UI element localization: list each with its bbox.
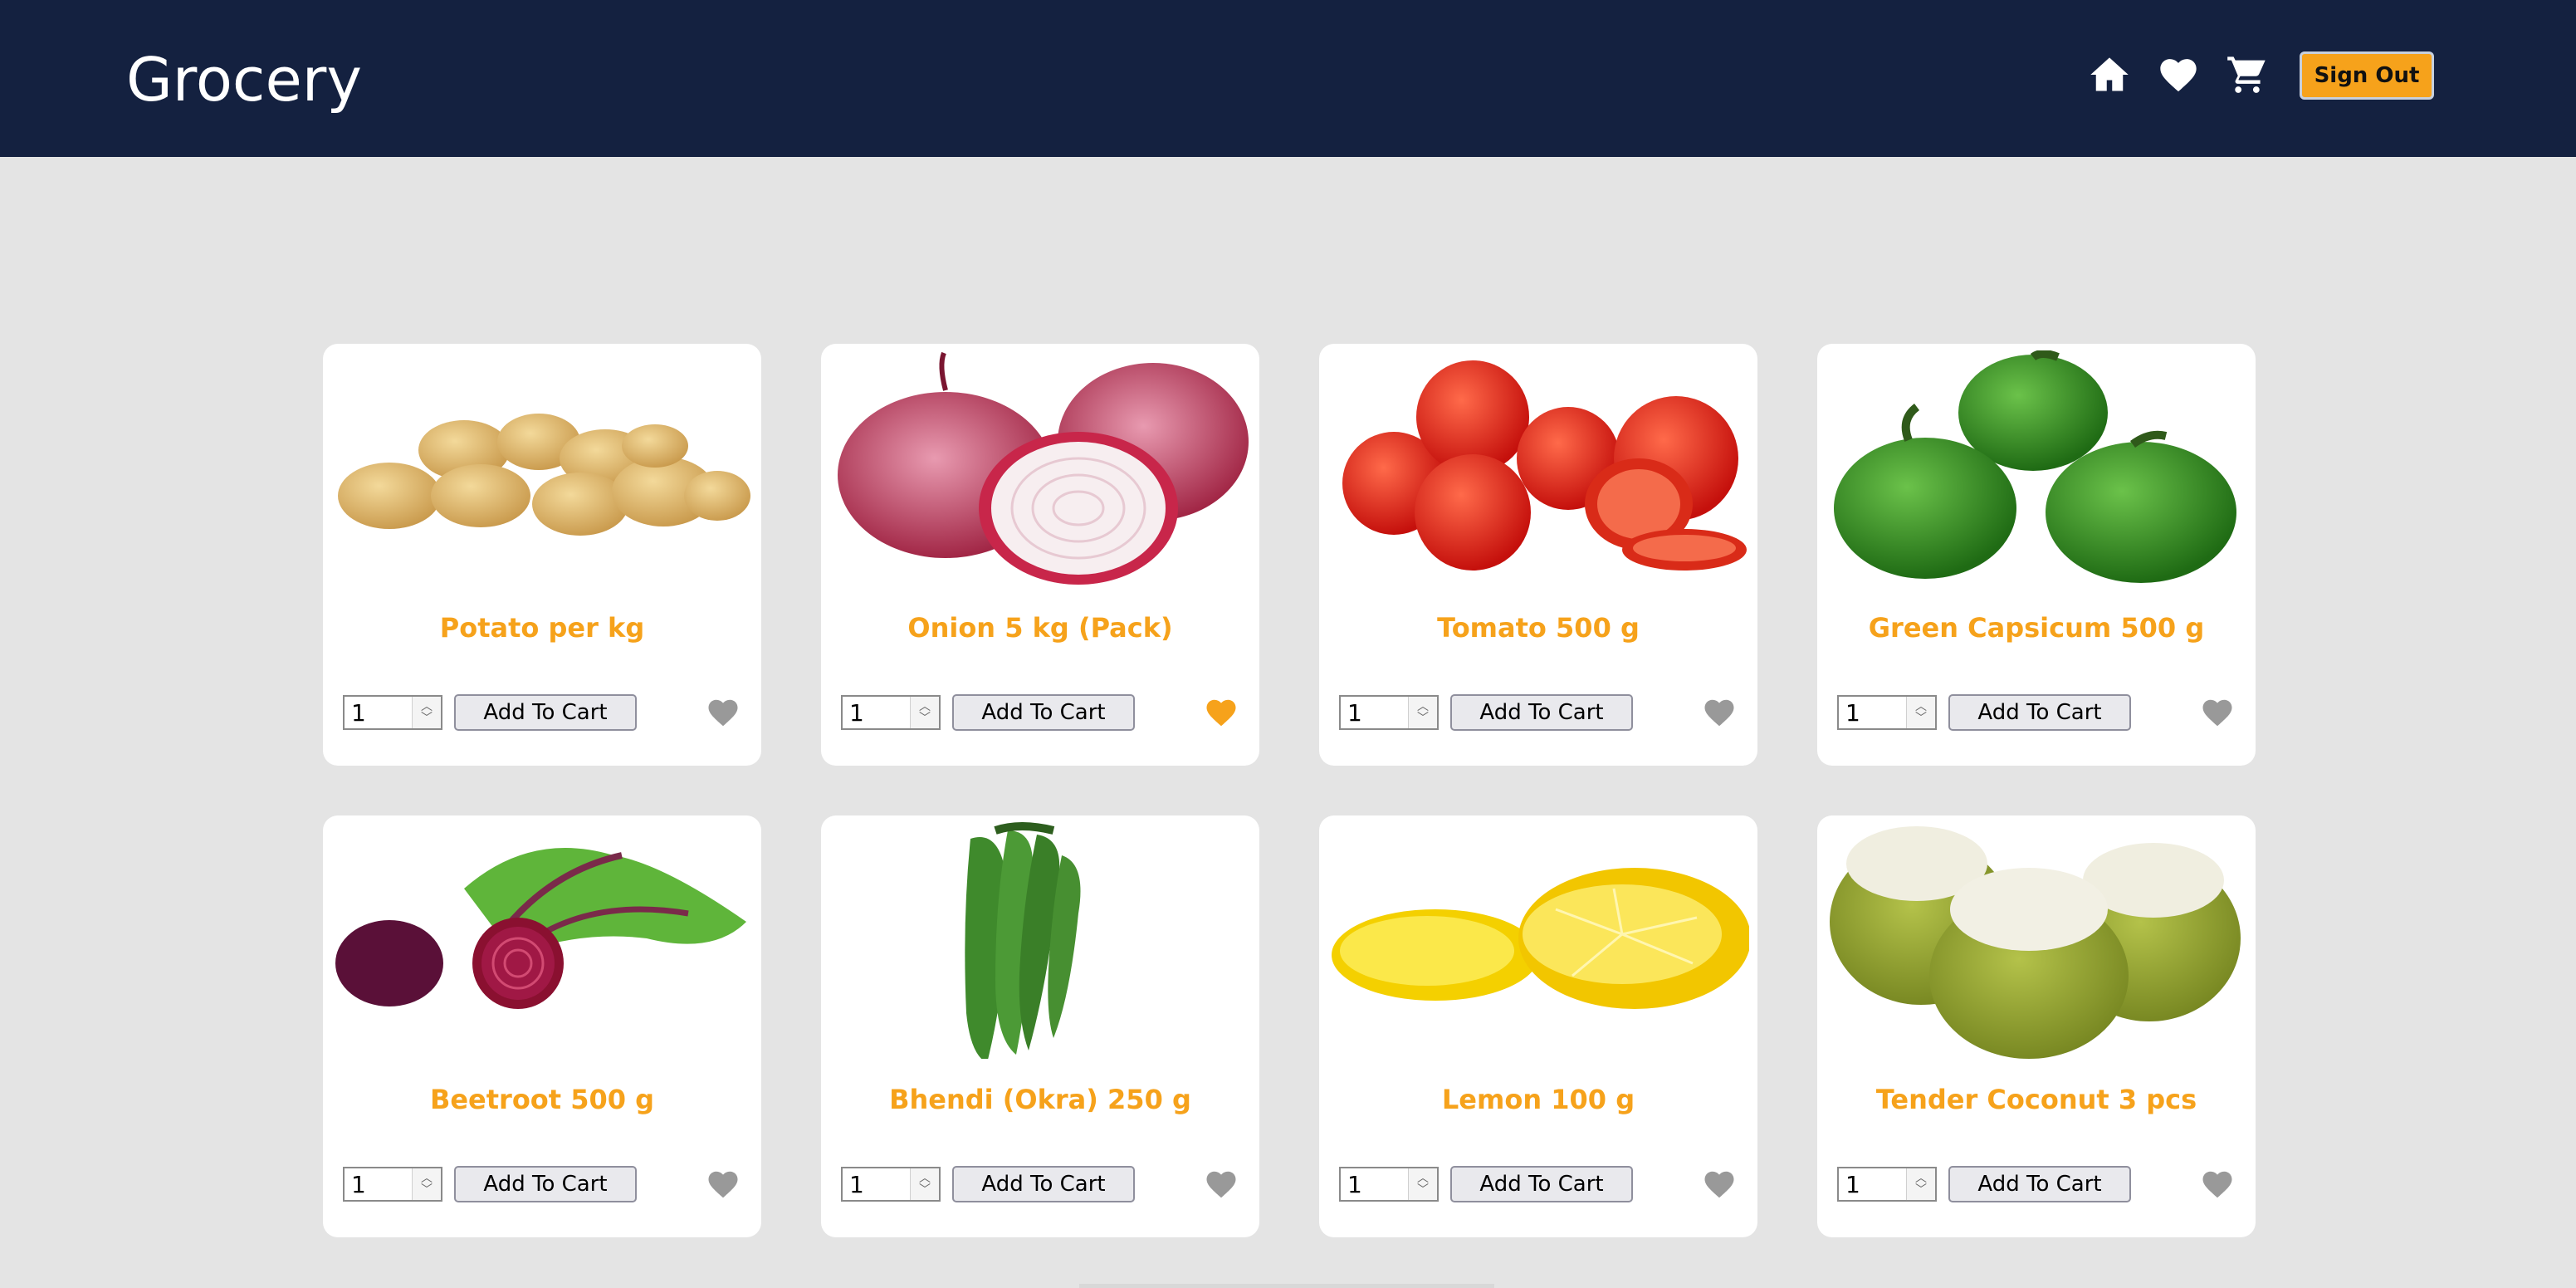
quantity-stepper[interactable]: 1 ︿ ﹀: [841, 695, 941, 730]
add-to-cart-button[interactable]: Add To Cart: [952, 694, 1135, 731]
quantity-value[interactable]: 1: [1341, 1171, 1408, 1198]
add-to-cart-button[interactable]: Add To Cart: [1948, 694, 2131, 731]
favorite-heart-icon[interactable]: [2199, 1166, 2236, 1202]
spinner-arrows-icon[interactable]: ︿ ﹀: [910, 1168, 939, 1200]
favorite-heart-icon[interactable]: [1701, 1166, 1738, 1202]
quantity-value[interactable]: 1: [345, 1171, 412, 1198]
heart-icon[interactable]: [2155, 51, 2202, 98]
coconut-image: [1830, 826, 2241, 1059]
spinner-arrows-icon[interactable]: ︿ ﹀: [1906, 697, 1935, 728]
onion-image: [838, 351, 1249, 585]
product-title[interactable]: Bhendi (Okra) 250 g: [821, 1083, 1259, 1116]
favorite-heart-icon[interactable]: [705, 1166, 741, 1202]
product-title[interactable]: Green Capsicum 500 g: [1817, 611, 2256, 644]
brand-logo-text[interactable]: Grocery: [126, 40, 362, 120]
quantity-value[interactable]: 1: [1839, 699, 1906, 727]
quantity-stepper[interactable]: 1 ︿ ﹀: [1339, 1167, 1439, 1202]
quantity-stepper[interactable]: 1 ︿ ﹀: [1837, 1167, 1937, 1202]
favorite-heart-icon[interactable]: [1701, 694, 1738, 731]
quantity-value[interactable]: 1: [843, 699, 910, 727]
capsicum-image: [1834, 350, 2236, 583]
product-grid: Potato per kg 1 ︿ ﹀ Add To Cart Onion 5 …: [323, 344, 2257, 1237]
okra-image: [965, 822, 1081, 1059]
product-card: Tomato 500 g 1 ︿ ﹀ Add To Cart: [1319, 344, 1757, 766]
quantity-stepper[interactable]: 1 ︿ ﹀: [1837, 695, 1937, 730]
quantity-value[interactable]: 1: [1341, 699, 1408, 727]
tomato-image: [1342, 360, 1747, 571]
scroll-edge-divider: [1079, 1284, 1494, 1288]
quantity-value[interactable]: 1: [345, 699, 412, 727]
spinner-arrows-icon[interactable]: ︿ ﹀: [910, 697, 939, 728]
spinner-arrows-icon[interactable]: ︿ ﹀: [1408, 697, 1437, 728]
quantity-value[interactable]: 1: [1839, 1171, 1906, 1198]
product-card: Lemon 100 g 1 ︿ ﹀ Add To Cart: [1319, 815, 1757, 1237]
product-title[interactable]: Tender Coconut 3 pcs: [1817, 1083, 2256, 1116]
quantity-stepper[interactable]: 1 ︿ ﹀: [841, 1167, 941, 1202]
lemon-image: [1332, 868, 1749, 1009]
product-title[interactable]: Tomato 500 g: [1319, 611, 1757, 644]
spinner-arrows-icon[interactable]: ︿ ﹀: [1408, 1168, 1437, 1200]
product-card: Onion 5 kg (Pack) 1 ︿ ﹀ Add To Cart: [821, 344, 1259, 766]
beetroot-image: [335, 848, 746, 1009]
product-title[interactable]: Beetroot 500 g: [323, 1083, 761, 1116]
product-card: Tender Coconut 3 pcs 1 ︿ ﹀ Add To Cart: [1817, 815, 2256, 1237]
product-title[interactable]: Lemon 100 g: [1319, 1083, 1757, 1116]
quantity-stepper[interactable]: 1 ︿ ﹀: [343, 695, 442, 730]
product-title[interactable]: Potato per kg: [323, 611, 761, 644]
home-icon[interactable]: [2086, 51, 2133, 98]
spinner-arrows-icon[interactable]: ︿ ﹀: [412, 697, 441, 728]
favorite-heart-icon[interactable]: [2199, 694, 2236, 731]
product-card: Bhendi (Okra) 250 g 1 ︿ ﹀ Add To Cart: [821, 815, 1259, 1237]
product-title[interactable]: Onion 5 kg (Pack): [821, 611, 1259, 644]
product-card: Potato per kg 1 ︿ ﹀ Add To Cart: [323, 344, 761, 766]
favorite-heart-icon[interactable]: [1203, 694, 1239, 731]
product-card: Beetroot 500 g 1 ︿ ﹀ Add To Cart: [323, 815, 761, 1237]
quantity-value[interactable]: 1: [843, 1171, 910, 1198]
add-to-cart-button[interactable]: Add To Cart: [1450, 1166, 1633, 1202]
add-to-cart-button[interactable]: Add To Cart: [1948, 1166, 2131, 1202]
spinner-arrows-icon[interactable]: ︿ ﹀: [412, 1168, 441, 1200]
top-navbar: Grocery Sign Out: [0, 0, 2576, 157]
product-card: Green Capsicum 500 g 1 ︿ ﹀ Add To Cart: [1817, 344, 2256, 766]
cart-icon[interactable]: [2224, 51, 2270, 98]
sign-out-button[interactable]: Sign Out: [2300, 51, 2434, 100]
favorite-heart-icon[interactable]: [705, 694, 741, 731]
add-to-cart-button[interactable]: Add To Cart: [1450, 694, 1633, 731]
add-to-cart-button[interactable]: Add To Cart: [454, 694, 637, 731]
add-to-cart-button[interactable]: Add To Cart: [454, 1166, 637, 1202]
spinner-arrows-icon[interactable]: ︿ ﹀: [1906, 1168, 1935, 1200]
quantity-stepper[interactable]: 1 ︿ ﹀: [343, 1167, 442, 1202]
potato-image: [338, 414, 750, 536]
quantity-stepper[interactable]: 1 ︿ ﹀: [1339, 695, 1439, 730]
favorite-heart-icon[interactable]: [1203, 1166, 1239, 1202]
add-to-cart-button[interactable]: Add To Cart: [952, 1166, 1135, 1202]
